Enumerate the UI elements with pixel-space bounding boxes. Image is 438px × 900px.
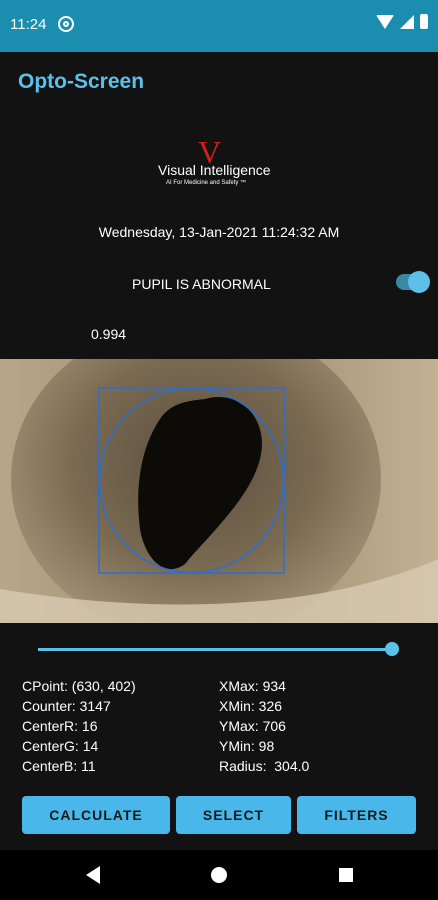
status-time: 11:24 [10,16,47,33]
calculate-button[interactable]: CALCULATE [22,796,170,834]
xmax-value: XMax: 934 [219,678,286,694]
filters-button[interactable]: FILTERS [297,796,416,834]
app-title: Opto-Screen [18,70,145,93]
center-b-value: CenterB: 11 [22,758,96,774]
counter-value: Counter: 3147 [22,698,111,714]
wifi-icon [376,14,394,29]
status-icons [376,14,428,29]
eye-image[interactable] [0,359,438,623]
status-bar: 11:24 [0,0,438,52]
signal-icon [400,14,414,29]
cpoint-value: CPoint: (630, 402) [22,678,136,694]
select-button[interactable]: SELECT [176,796,291,834]
battery-icon [420,14,428,29]
visual-intelligence-logo: V Visual Intelligence AI For Medicine an… [150,134,290,196]
app-bar: Opto-Screen [0,52,438,112]
sync-icon [58,16,74,32]
navigation-bar [0,850,438,900]
center-r-value: CenterR: 16 [22,718,98,734]
pupil-status: PUPIL IS ABNORMAL [132,276,271,292]
ymax-value: YMax: 706 [219,718,286,734]
home-icon[interactable] [211,867,227,883]
center-g-value: CenterG: 14 [22,738,99,754]
logo-tagline: AI For Medicine and Safety ™ [166,180,247,186]
slider-thumb[interactable] [385,642,399,656]
radius-value: Radius: 304.0 [219,758,310,774]
confidence-score: 0.994 [91,326,127,342]
threshold-slider[interactable] [38,642,399,656]
ymin-value: YMin: 98 [219,738,275,754]
back-icon[interactable] [86,866,100,884]
recents-icon[interactable] [339,868,353,882]
capture-datetime: Wednesday, 13-Jan-2021 11:24:32 AM [98,224,340,240]
logo-brand: Visual Intelligence [158,162,271,178]
status-toggle[interactable] [396,271,430,293]
xmin-value: XMin: 326 [219,698,283,714]
toggle-knob[interactable] [408,271,430,293]
